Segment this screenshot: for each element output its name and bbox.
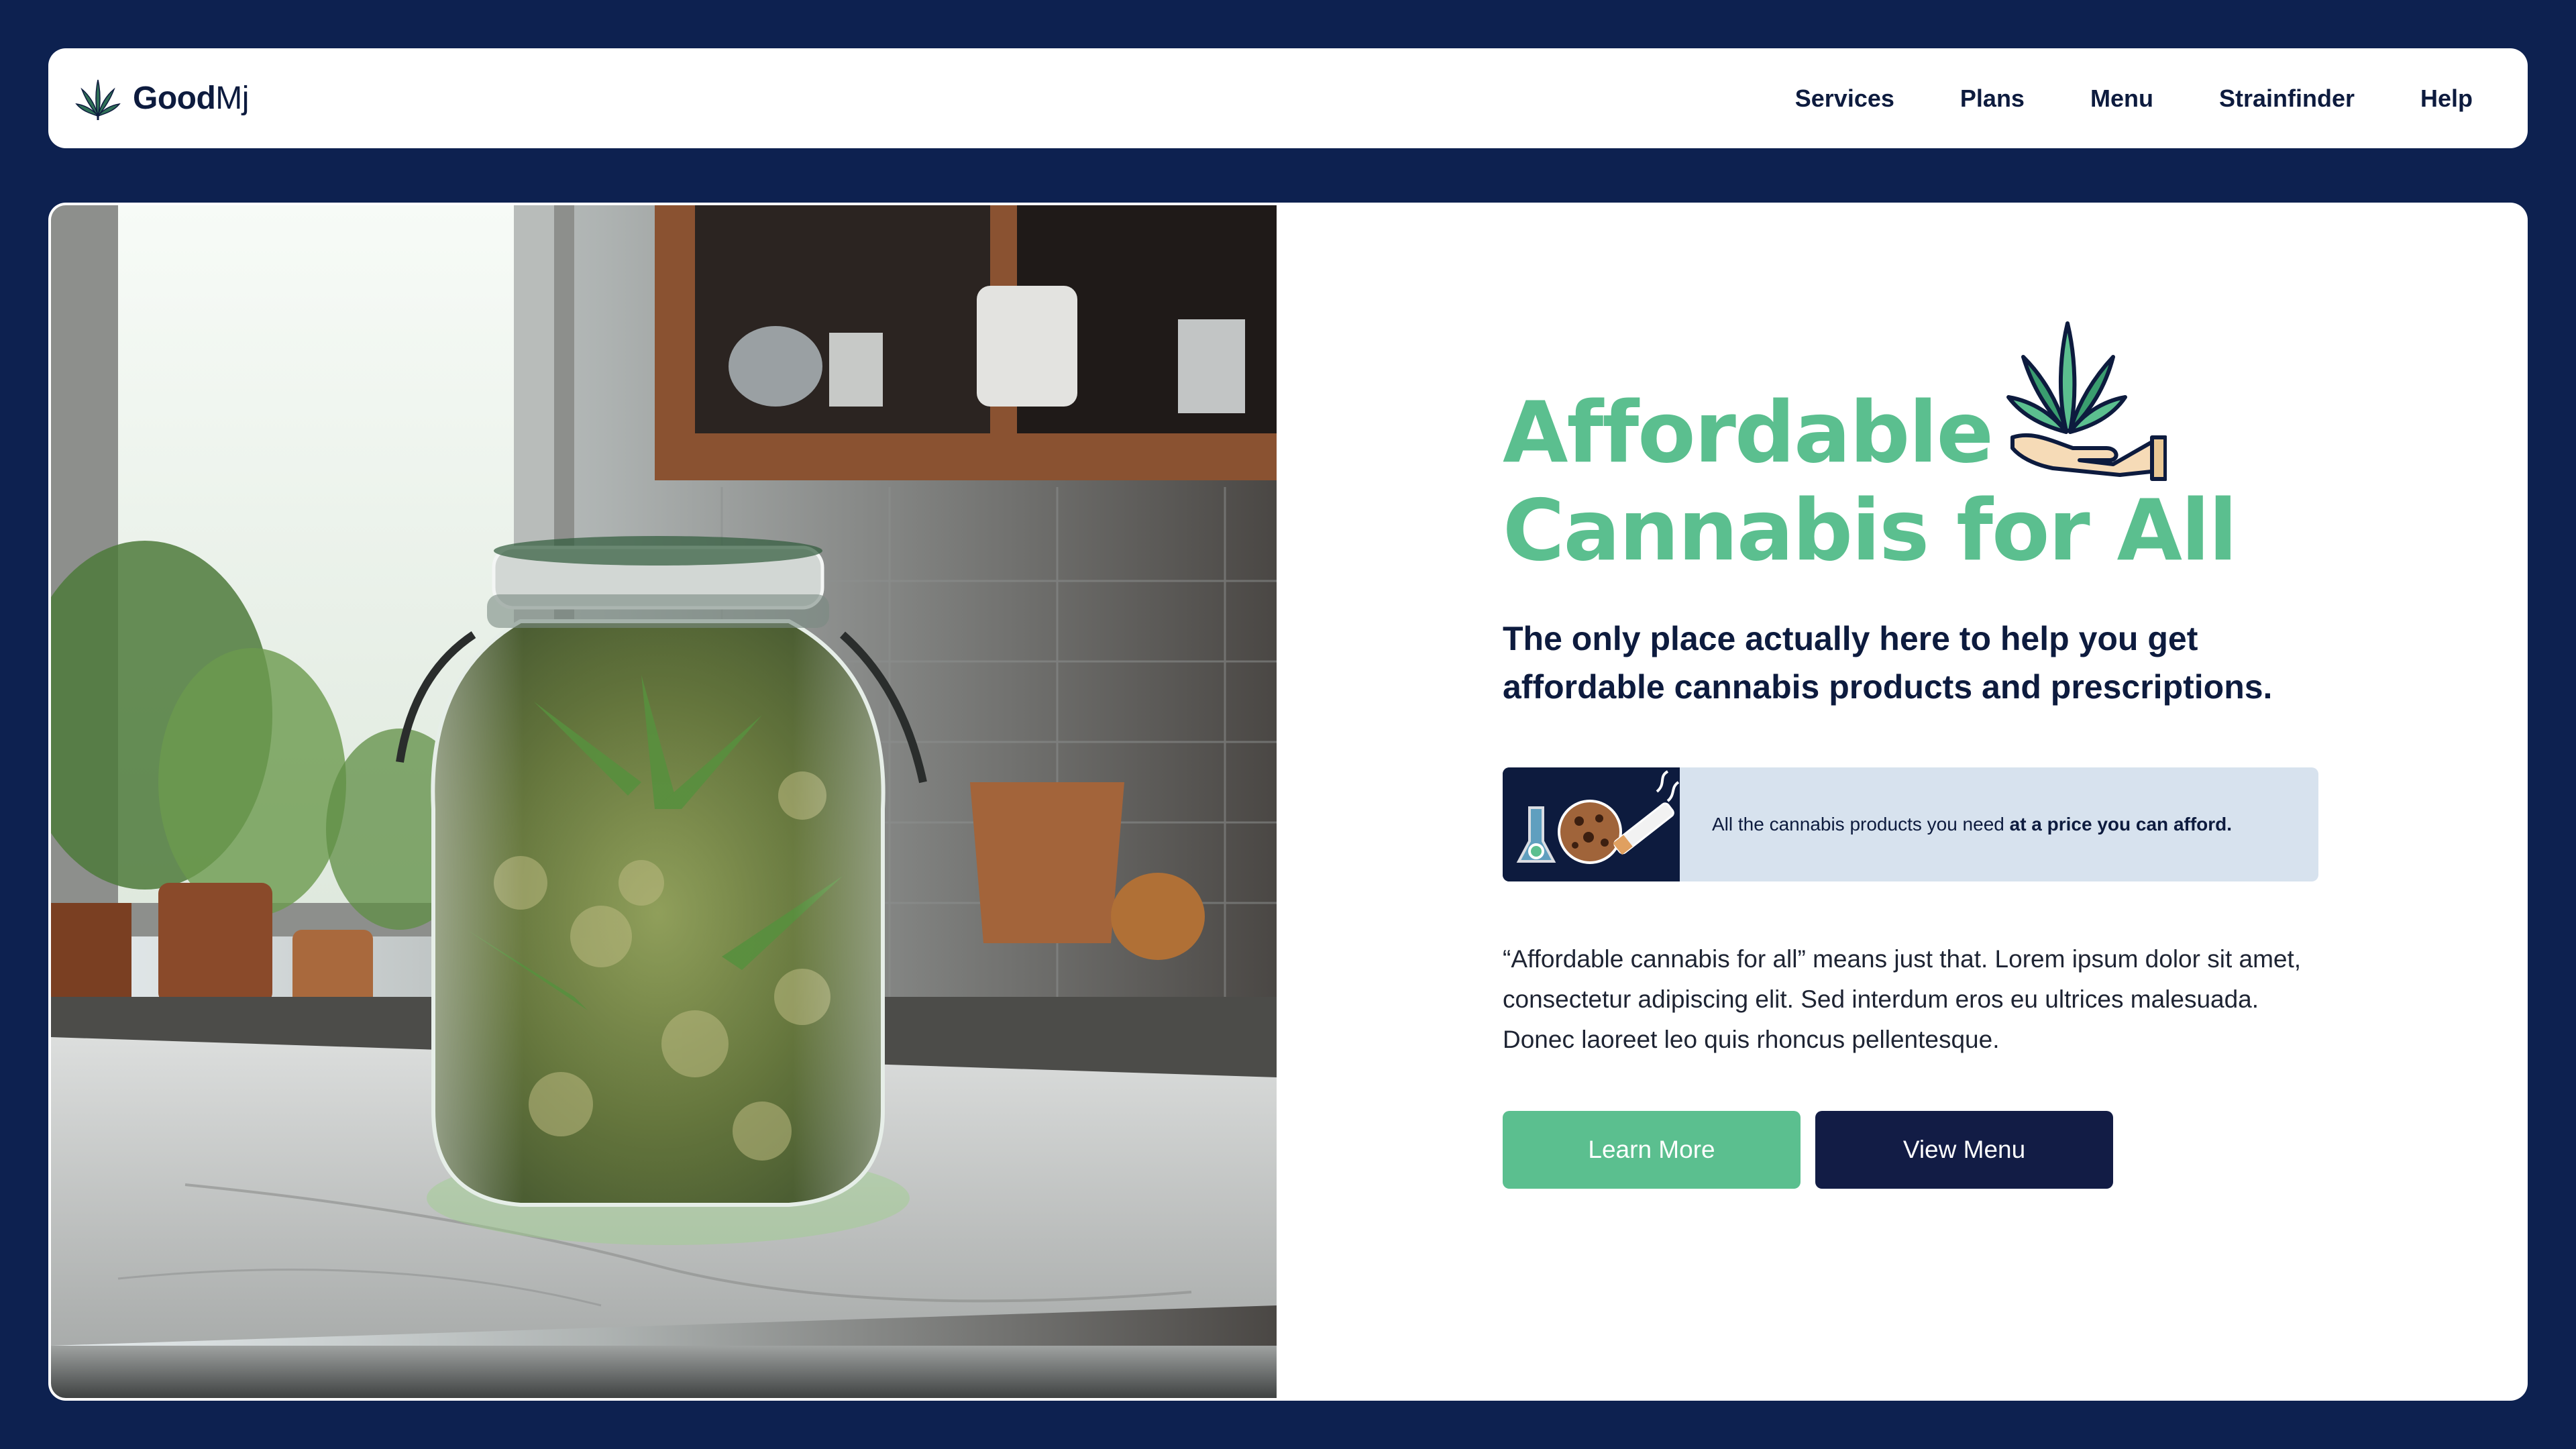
promo-text-regular: All the cannabis products you need (1712, 814, 2010, 835)
nav-help[interactable]: Help (2420, 85, 2473, 113)
hero-headline: Affordable Cannabis for All (1503, 317, 2442, 580)
cannabis-leaf-icon (75, 79, 121, 120)
nav-plans[interactable]: Plans (1960, 85, 2025, 113)
main-nav: Services Plans Menu Strainfinder Help (1795, 85, 2473, 113)
bong-cookie-joint-illustration (1503, 767, 1680, 881)
hand-holding-cannabis-leaf-icon (2006, 321, 2167, 481)
brand-name-bold: Good (133, 80, 216, 116)
hero-buttons: Learn More View Menu (1503, 1111, 2442, 1189)
hero-photo (51, 205, 1277, 1398)
brand-name: GoodMj (133, 80, 249, 117)
headline-line-2: Cannabis for All (1503, 481, 2237, 580)
promo-banner: All the cannabis products you need at a … (1503, 767, 2318, 881)
nav-menu[interactable]: Menu (2090, 85, 2153, 113)
view-menu-button[interactable]: View Menu (1815, 1111, 2113, 1189)
headline-line-1: Affordable (1503, 383, 1994, 482)
hero-subheadline: The only place actually here to help you… (1503, 620, 2273, 706)
promo-text-bold: at a price you can afford. (2009, 814, 2233, 835)
brand-logo[interactable]: GoodMj (75, 76, 249, 121)
promo-illustration (1503, 767, 1680, 881)
brand-name-light: Mj (215, 80, 249, 116)
learn-more-button[interactable]: Learn More (1503, 1111, 1801, 1189)
hero-body-text: “Affordable cannabis for all” means just… (1503, 945, 2302, 1053)
top-navbar: GoodMj Services Plans Menu Strainfinder … (48, 48, 2528, 148)
hero-section: Affordable Cannabis for All The only pla… (48, 203, 2528, 1401)
nav-services[interactable]: Services (1795, 85, 1894, 113)
promo-text: All the cannabis products you need at a … (1712, 814, 2232, 835)
headline-wrap: Affordable Cannabis for All (1503, 317, 2442, 580)
cannabis-jar-photo (51, 205, 1277, 1398)
hero-content: Affordable Cannabis for All The only pla… (1503, 317, 2442, 1189)
nav-strainfinder[interactable]: Strainfinder (2219, 85, 2355, 113)
